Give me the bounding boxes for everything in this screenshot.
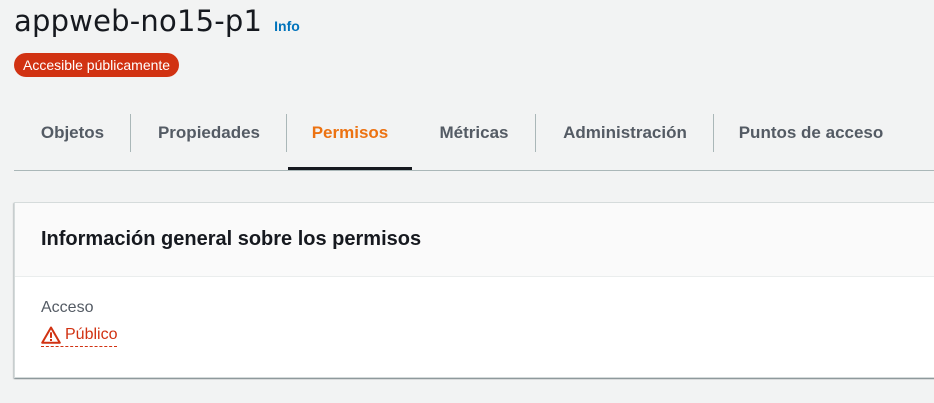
- access-value-text: Público: [65, 326, 118, 343]
- tab-administracion[interactable]: Administración: [536, 96, 714, 170]
- tab-label: Administración: [563, 123, 687, 142]
- tab-label: Objetos: [40, 123, 105, 142]
- panel-body: Acceso Público: [15, 277, 934, 371]
- info-link[interactable]: Info: [274, 18, 300, 34]
- panel-header: Información general sobre los permisos: [15, 203, 934, 277]
- tab-puntos-de-acceso[interactable]: Puntos de acceso: [714, 96, 908, 170]
- access-label: Acceso: [41, 299, 94, 316]
- tab-permisos[interactable]: Permisos: [288, 96, 412, 170]
- warning-icon: [41, 326, 61, 344]
- tab-propiedades[interactable]: Propiedades: [131, 96, 287, 170]
- tab-objetos[interactable]: Objetos: [14, 96, 131, 170]
- permissions-overview-panel: Información general sobre los permisos A…: [14, 202, 934, 378]
- bucket-page: appweb-no15-p1 Info Accesible públicamen…: [0, 0, 934, 403]
- tab-label: Permisos: [311, 123, 389, 142]
- tab-bar: Objetos Propiedades Permisos Métricas Ad…: [14, 96, 934, 171]
- public-access-badge: Accesible públicamente: [14, 53, 180, 77]
- tab-label: Puntos de acceso: [738, 123, 884, 142]
- tab-metricas[interactable]: Métricas: [412, 96, 536, 170]
- access-value-popover[interactable]: Público: [41, 326, 118, 347]
- page-header: appweb-no15-p1 Info: [14, 4, 300, 38]
- tab-label: Propiedades: [157, 123, 261, 142]
- page-title: appweb-no15-p1: [14, 4, 263, 38]
- panel-title: Información general sobre los permisos: [41, 228, 422, 250]
- tab-divider: [286, 114, 287, 152]
- tab-label: Métricas: [439, 123, 509, 142]
